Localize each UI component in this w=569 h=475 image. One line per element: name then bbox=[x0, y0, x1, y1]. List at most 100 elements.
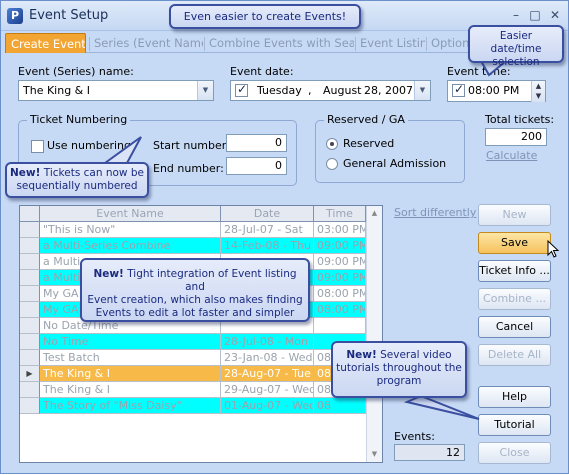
time-spinner[interactable]: ▲ ▼ bbox=[531, 81, 545, 102]
event-time-value: 08:00 PM bbox=[468, 84, 520, 97]
cell-time: 08:00 PM bbox=[314, 302, 366, 318]
close-window-button[interactable]: ✕ bbox=[547, 7, 563, 23]
column-date[interactable]: Date bbox=[221, 206, 314, 222]
maximize-button[interactable]: □ bbox=[527, 7, 543, 23]
tab-combine-events[interactable]: Combine Events with Seating bbox=[206, 33, 354, 53]
cell-event-name: The Story of "Miss Daisy" bbox=[40, 398, 221, 414]
table-row[interactable]: The King & I 29-Aug-07 - Wed 08 bbox=[20, 382, 366, 398]
events-grid[interactable]: Event Name Date Time "This is Now" 28-Jul… bbox=[19, 205, 383, 463]
calendar-dropdown-icon[interactable]: ▼ bbox=[414, 81, 430, 100]
event-date-checkbox[interactable] bbox=[235, 82, 248, 97]
row-selector[interactable] bbox=[20, 302, 40, 318]
table-row[interactable]: No Time 28-Jul-08 - Mon bbox=[20, 334, 366, 350]
scroll-down-icon[interactable]: ▼ bbox=[367, 447, 382, 462]
events-count-value: 12 bbox=[394, 444, 465, 461]
event-date-picker[interactable]: Tuesday , August 28, 2007 ▼ bbox=[230, 80, 431, 101]
spin-up-icon[interactable]: ▲ bbox=[532, 81, 545, 91]
cell-date: 01-Aug-07 - Wed bbox=[221, 398, 314, 414]
table-row[interactable]: "This is Now" 28-Jul-07 - Sat 03:00 PM bbox=[20, 222, 366, 238]
table-row[interactable]: a Multi-Series Combine 14-Feb-08 - Thu 09:… bbox=[20, 238, 366, 254]
row-selector[interactable] bbox=[20, 238, 40, 254]
help-button[interactable]: Help bbox=[478, 386, 551, 408]
tab-event-listing[interactable]: Event Listing bbox=[357, 33, 425, 53]
callout-tail bbox=[403, 394, 480, 420]
event-date-weekday: Tuesday bbox=[257, 84, 302, 97]
window-title: Event Setup bbox=[29, 8, 109, 23]
tab-separator bbox=[89, 37, 90, 51]
row-selector[interactable] bbox=[20, 334, 40, 350]
cell-time: 09:00 PM bbox=[314, 238, 366, 254]
sort-differently-link[interactable]: Sort differently bbox=[394, 206, 476, 219]
spin-down-icon[interactable]: ▼ bbox=[532, 91, 545, 101]
listing-callout: New! Tight integration of Event listing … bbox=[80, 258, 310, 322]
row-selector[interactable] bbox=[20, 382, 40, 398]
calculate-link[interactable]: Calculate bbox=[486, 149, 537, 162]
tab-series[interactable]: Series (Event Names) bbox=[91, 33, 203, 53]
cell-time: 09:00 PM bbox=[314, 270, 366, 286]
cell-time bbox=[314, 318, 366, 334]
listing-new-badge: New! bbox=[93, 268, 124, 280]
cell-event-name: a Multi-Series Combine bbox=[40, 238, 221, 254]
grid-header: Event Name Date Time bbox=[20, 206, 366, 222]
grid-vertical-scrollbar[interactable]: ▲ ▼ bbox=[366, 206, 382, 462]
total-tickets-input[interactable]: 200 bbox=[485, 128, 547, 146]
tab-separator bbox=[204, 37, 205, 51]
row-selector[interactable] bbox=[20, 286, 40, 302]
row-selector[interactable] bbox=[20, 222, 40, 238]
row-selector[interactable] bbox=[20, 318, 40, 334]
events-count-label: Events: bbox=[394, 430, 435, 443]
tutorial-button[interactable]: Tutorial bbox=[478, 414, 551, 436]
save-button[interactable]: Save bbox=[478, 232, 551, 254]
event-date-day-year: 28, 2007 bbox=[364, 84, 413, 97]
event-time-checkbox[interactable] bbox=[452, 82, 465, 97]
date-time-callout: Easier date/time selection bbox=[468, 25, 564, 68]
numbering-callout: New! Tickets can now be sequentially num… bbox=[5, 162, 149, 198]
reserved-radio[interactable] bbox=[326, 138, 338, 150]
table-row[interactable]: The Story of "Miss Daisy" 01-Aug-07 - Wed… bbox=[20, 398, 366, 414]
cell-event-name: "This is Now" bbox=[40, 222, 221, 238]
ticket-info-button[interactable]: Ticket Info ... bbox=[478, 260, 551, 282]
reserved-ga-group: Reserved / GA Reserved General Admission bbox=[315, 113, 465, 183]
cell-event-name: No Time bbox=[40, 334, 221, 350]
start-number-label: Start number: bbox=[153, 139, 230, 152]
row-selector[interactable] bbox=[20, 270, 40, 286]
app-logo-icon: P bbox=[7, 8, 23, 24]
reserved-ga-title: Reserved / GA bbox=[324, 113, 408, 126]
row-selector[interactable] bbox=[20, 254, 40, 270]
row-pointer-icon[interactable]: ▶ bbox=[20, 366, 40, 382]
new-button[interactable]: New bbox=[478, 204, 551, 226]
event-name-combo[interactable]: The King & I ▼ bbox=[18, 80, 214, 101]
row-selector[interactable] bbox=[20, 398, 40, 414]
end-number-label: End number: bbox=[153, 162, 224, 175]
numbering-new-badge: New! bbox=[10, 167, 41, 179]
event-date-month: August bbox=[323, 84, 362, 97]
event-time-picker[interactable]: 08:00 PM ▲ ▼ bbox=[447, 80, 546, 102]
column-event-name[interactable]: Event Name bbox=[40, 206, 221, 222]
minimize-button[interactable]: – bbox=[508, 7, 524, 23]
column-time[interactable]: Time bbox=[314, 206, 366, 222]
start-number-input[interactable]: 0 bbox=[226, 134, 287, 152]
row-selector[interactable] bbox=[20, 350, 40, 366]
close-button[interactable]: Close bbox=[478, 442, 551, 464]
end-number-input[interactable]: 0 bbox=[226, 157, 287, 175]
event-date-separator: , bbox=[308, 84, 312, 97]
grid-corner bbox=[20, 206, 40, 222]
mouse-pointer-icon bbox=[547, 240, 559, 258]
table-row[interactable]: ▶ The King & I 28-Aug-07 - Tue 08 bbox=[20, 366, 366, 382]
delete-all-button[interactable]: Delete All bbox=[478, 344, 551, 366]
chevron-down-icon[interactable]: ▼ bbox=[197, 81, 213, 100]
banner-callout: Even easier to create Events! bbox=[169, 4, 361, 29]
video-new-badge: New! bbox=[346, 349, 377, 361]
combine-button[interactable]: Combine ... bbox=[478, 288, 551, 310]
cell-time: 08:00 PM bbox=[314, 286, 366, 302]
table-row[interactable]: Test Batch 23-Jan-08 - Wed 08 bbox=[20, 350, 366, 366]
general-admission-radio[interactable] bbox=[326, 158, 338, 170]
use-numbering-label: Use numbering bbox=[47, 139, 131, 152]
scroll-up-icon[interactable]: ▲ bbox=[367, 206, 382, 221]
use-numbering-checkbox[interactable] bbox=[31, 140, 44, 153]
cancel-button[interactable]: Cancel bbox=[478, 316, 551, 338]
cell-date: 28-Jul-07 - Sat bbox=[221, 222, 314, 238]
cell-time: 09:00 PM bbox=[314, 254, 366, 270]
tab-create-events[interactable]: Create Events bbox=[5, 33, 86, 53]
cell-date: 28-Jul-08 - Mon bbox=[221, 334, 314, 350]
